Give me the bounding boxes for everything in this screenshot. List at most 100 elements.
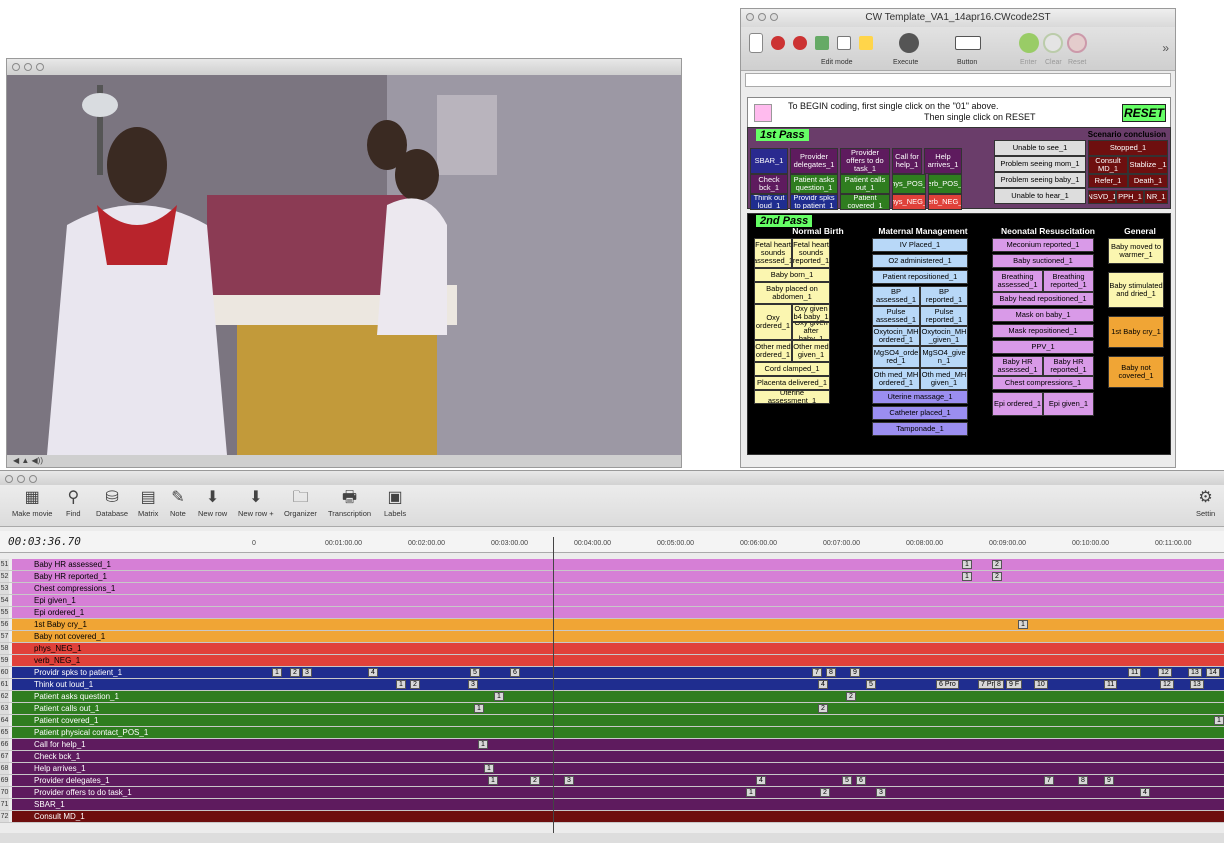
timeline-event[interactable]: 1 bbox=[396, 680, 406, 689]
find-button[interactable]: ⚲ Find bbox=[66, 487, 81, 518]
home-icon[interactable] bbox=[815, 36, 829, 50]
normal-birth-button-11[interactable]: Placenta delivered_1 bbox=[754, 376, 830, 390]
timeline-event[interactable]: 1 bbox=[494, 692, 504, 701]
close-button[interactable] bbox=[5, 475, 13, 483]
track-name[interactable]: Providr spks to patient_1 bbox=[12, 667, 248, 678]
reset-icon[interactable] bbox=[1067, 33, 1087, 53]
track-row[interactable]: 69 Provider delegates_1 1 2 3 4 5 6 7 8 9 bbox=[0, 775, 1224, 787]
track-name[interactable]: phys_NEG_1 bbox=[12, 643, 248, 654]
pass1-button-11[interactable]: Think out loud_1 bbox=[750, 194, 788, 210]
timeline-event[interactable]: 4 bbox=[1140, 788, 1150, 797]
timeline-event[interactable]: 2 bbox=[530, 776, 540, 785]
track-lane[interactable] bbox=[248, 643, 1224, 654]
track-row[interactable]: 58 phys_NEG_1 bbox=[0, 643, 1224, 655]
timeline-event[interactable]: 3 bbox=[876, 788, 886, 797]
maternal-button-5[interactable]: BP reported_1 bbox=[920, 286, 968, 306]
maternal-button-4[interactable]: BP assessed_1 bbox=[872, 286, 920, 306]
pass1-button-8[interactable]: Patient calls out_1 bbox=[840, 174, 890, 194]
timeline-event[interactable]: 9 bbox=[1104, 776, 1114, 785]
timeline-event[interactable]: 13 bbox=[1188, 668, 1202, 677]
track-name[interactable]: Patient physical contact_POS_1 bbox=[12, 727, 248, 738]
timeline-event[interactable]: 1 bbox=[746, 788, 756, 797]
button-tool-icon[interactable] bbox=[955, 36, 981, 50]
general-button-3[interactable]: 1st Baby cry_1 bbox=[1108, 316, 1164, 348]
zoom-button[interactable] bbox=[770, 13, 778, 21]
pass1-button-23[interactable]: Refer_1 bbox=[1088, 174, 1128, 188]
pass1-button-18[interactable]: Problem seeing baby_1 bbox=[994, 172, 1086, 188]
timeline-event[interactable]: 8 bbox=[1078, 776, 1088, 785]
timeline-event[interactable]: 2 bbox=[992, 560, 1002, 569]
minimize-button[interactable] bbox=[758, 13, 766, 21]
maternal-button-12[interactable]: Oth med_MH ordered_1 bbox=[872, 368, 920, 390]
normal-birth-button-2[interactable]: Fetal heart sounds reported_1 bbox=[792, 238, 830, 268]
track-lane[interactable] bbox=[248, 595, 1224, 606]
settings-button[interactable]: ⚙ Settin bbox=[1196, 487, 1215, 518]
track-row[interactable]: 67 Check bck_1 bbox=[0, 751, 1224, 763]
track-row[interactable]: 53 Chest compressions_1 bbox=[0, 583, 1224, 595]
normal-birth-button-1[interactable]: Fetal heart sounds assessed_1 bbox=[754, 238, 792, 268]
track-lane[interactable] bbox=[248, 655, 1224, 666]
timeline-event[interactable]: 1 bbox=[474, 704, 484, 713]
pass1-button-4[interactable]: Call for help_1 bbox=[892, 148, 922, 174]
timeline-event[interactable]: 3 bbox=[468, 680, 478, 689]
minimize-button[interactable] bbox=[17, 475, 25, 483]
labels-button[interactable]: ▣ Labels bbox=[384, 487, 406, 518]
normal-birth-button-3[interactable]: Baby born_1 bbox=[754, 268, 830, 282]
timeline-event[interactable]: 4 bbox=[756, 776, 766, 785]
normal-birth-button-5[interactable]: Oxy ordered_1 bbox=[754, 304, 792, 340]
pass1-button-22[interactable]: Stablize _1 bbox=[1128, 156, 1168, 174]
track-row[interactable]: 52 Baby HR reported_1 1 2 bbox=[0, 571, 1224, 583]
timeline-event[interactable]: 13 bbox=[1190, 680, 1204, 689]
track-lane[interactable]: 123456 Pro 7 Pro 8 9 F 10 11 12 13 bbox=[248, 679, 1224, 690]
neonatal-button-5[interactable]: Baby head repositioned_1 bbox=[992, 292, 1094, 306]
track-name[interactable]: Call for help_1 bbox=[12, 739, 248, 750]
document-icon[interactable] bbox=[837, 36, 851, 50]
timeline-event[interactable]: 3 bbox=[564, 776, 574, 785]
track-lane[interactable]: 1 bbox=[248, 763, 1224, 774]
neonatal-button-2[interactable]: Baby suctioned_1 bbox=[992, 254, 1094, 268]
track-name[interactable]: Patient asks question_1 bbox=[12, 691, 248, 702]
new-row-button[interactable]: ⬇ New row bbox=[198, 487, 227, 518]
neonatal-button-3[interactable]: Breathing assessed_1 bbox=[992, 270, 1043, 292]
pass1-button-25[interactable]: NSVD_1 bbox=[1088, 190, 1116, 204]
timeline-event[interactable]: 1 bbox=[488, 776, 498, 785]
neonatal-button-9[interactable]: Baby HR assessed_1 bbox=[992, 356, 1043, 376]
timeline-event[interactable]: 2 bbox=[818, 704, 828, 713]
track-lane[interactable] bbox=[248, 631, 1224, 642]
timeline-event[interactable]: 1 bbox=[1214, 716, 1224, 725]
general-button-1[interactable]: Baby moved to warmer_1 bbox=[1108, 238, 1164, 264]
playhead[interactable] bbox=[553, 537, 554, 837]
timeline-event[interactable]: 12 bbox=[1160, 680, 1174, 689]
stepper-icon[interactable] bbox=[749, 33, 763, 53]
track-name[interactable]: verb_NEG_1 bbox=[12, 655, 248, 666]
track-row[interactable]: 61 Think out loud_1 1 2 3 4 5 6 Pro 7 Pro 8 9 F 10 1… bbox=[0, 679, 1224, 691]
normal-birth-button-8[interactable]: Other med ordered_1 bbox=[754, 340, 792, 362]
track-name[interactable]: Patient covered_1 bbox=[12, 715, 248, 726]
timeline-event[interactable]: 1 bbox=[1018, 620, 1028, 629]
track-name[interactable]: Provider offers to do task_1 bbox=[12, 787, 248, 798]
neonatal-button-8[interactable]: PPV_1 bbox=[992, 340, 1094, 354]
timeline-event[interactable]: 9 F bbox=[1006, 680, 1023, 689]
minimize-button[interactable] bbox=[24, 63, 32, 71]
pass1-button-13[interactable]: Patient covered_1 bbox=[840, 194, 890, 210]
timeline-event[interactable]: 5 bbox=[470, 668, 480, 677]
normal-birth-button-7[interactable]: Oxy given after baby_1 bbox=[792, 322, 830, 340]
track-lane[interactable]: 12 bbox=[248, 571, 1224, 582]
maternal-button-10[interactable]: MgSO4_orde red_1 bbox=[872, 346, 920, 368]
track-row[interactable]: 54 Epi given_1 bbox=[0, 595, 1224, 607]
track-lane[interactable]: 12 bbox=[248, 691, 1224, 702]
matrix-button[interactable]: ▤ Matrix bbox=[138, 487, 158, 518]
normal-birth-button-12[interactable]: Uterine assessment_1 bbox=[754, 390, 830, 404]
timeline-event[interactable]: 11 bbox=[1104, 680, 1118, 689]
track-row[interactable]: 63 Patient calls out_1 1 2 bbox=[0, 703, 1224, 715]
timeline-event[interactable]: 11 bbox=[1128, 668, 1142, 677]
pass1-button-27[interactable]: NR_1 bbox=[1144, 190, 1168, 204]
pass1-button-3[interactable]: Provider offers to do task_1 bbox=[840, 148, 890, 174]
track-lane[interactable]: 1 2 3 4 bbox=[248, 787, 1224, 798]
pass1-button-21[interactable]: Consult MD_1 bbox=[1088, 156, 1128, 174]
video-controls[interactable]: ◀ ▲ ◀)) bbox=[7, 455, 681, 467]
track-lane[interactable]: 1 2 3 4 56 7 8 9 bbox=[248, 775, 1224, 786]
track-row[interactable]: 51 Baby HR assessed_1 1 2 bbox=[0, 559, 1224, 571]
zoom-button[interactable] bbox=[36, 63, 44, 71]
general-button-2[interactable]: Baby stimulated and dried_1 bbox=[1108, 272, 1164, 308]
